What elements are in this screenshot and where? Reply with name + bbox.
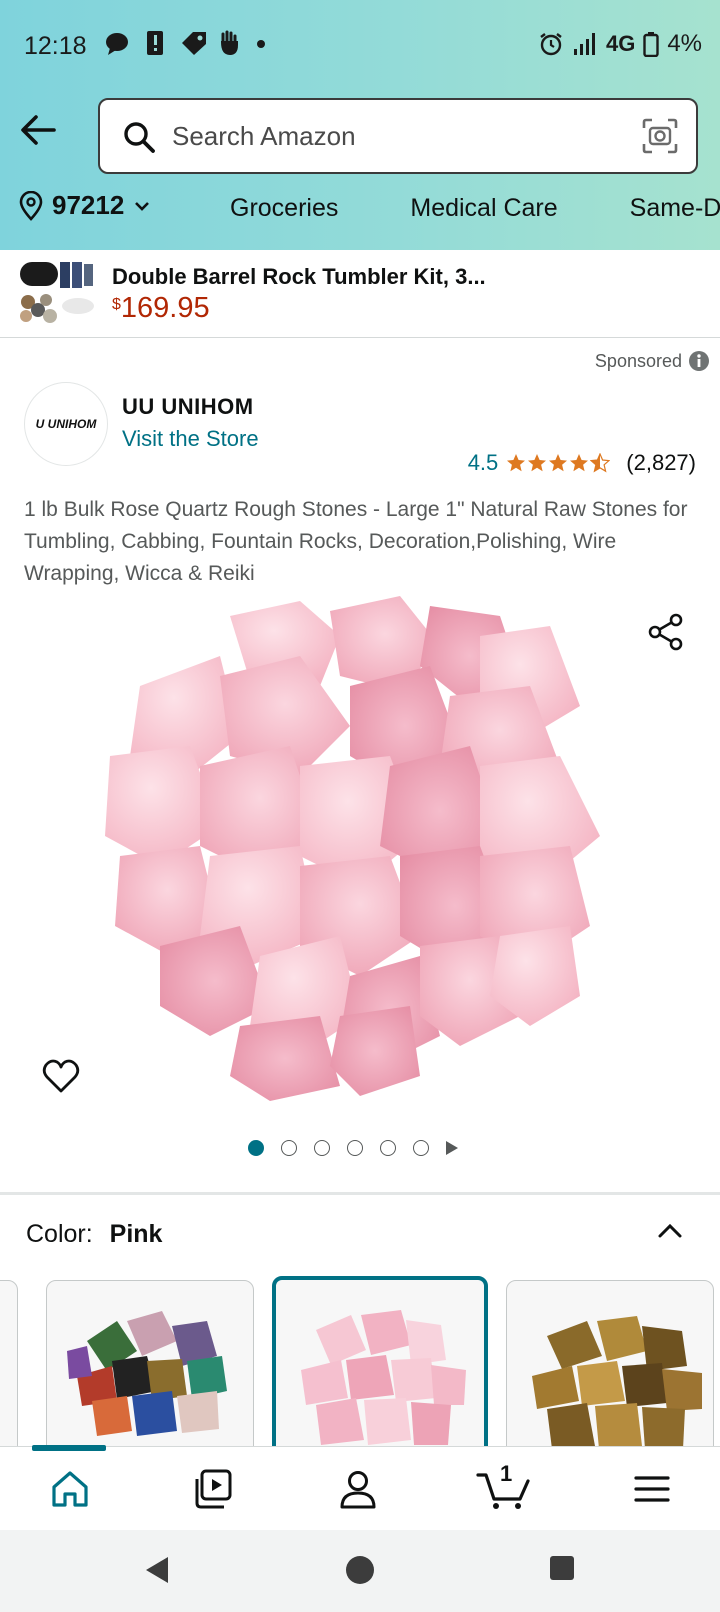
chat-icon <box>104 30 130 56</box>
chevron-up-icon <box>658 1223 682 1238</box>
info-icon <box>689 351 709 371</box>
swatch-image-tiger-eye <box>532 1316 702 1446</box>
brand-name: UU UNIHOM <box>122 394 254 419</box>
rating-value: 4.5 <box>467 450 499 475</box>
nav-link-medical-care[interactable]: Medical Care <box>410 194 557 223</box>
ad-title: Double Barrel Rock Tumbler Kit, 3... <box>112 264 486 289</box>
notification-icons <box>104 30 266 56</box>
video-play-icon[interactable] <box>446 1141 458 1155</box>
color-swatch-tiger-eye[interactable] <box>506 1280 714 1446</box>
ad-price: $169.95 <box>112 292 210 325</box>
share-button[interactable] <box>646 612 686 652</box>
network-label: 4G <box>605 31 636 56</box>
battery-icon <box>643 32 660 57</box>
carousel-dot-2[interactable] <box>281 1140 297 1156</box>
camera-scan-icon[interactable] <box>642 118 678 154</box>
star-full-icon <box>570 454 589 472</box>
swatch-image-pink <box>301 1310 466 1445</box>
color-swatch-pink[interactable] <box>272 1276 488 1446</box>
dot-icon <box>256 30 266 56</box>
triangle-back-icon <box>146 1557 168 1583</box>
image-carousel-dots <box>248 1140 458 1156</box>
bottom-navigation: 1 <box>0 1445 720 1530</box>
back-button[interactable] <box>18 108 62 152</box>
location-zip: 97212 <box>52 190 125 220</box>
rating-count: (2,827) <box>626 450 696 475</box>
nav-account[interactable] <box>336 1467 380 1511</box>
color-selector-label: Color: Pink <box>26 1220 162 1249</box>
product-image[interactable] <box>100 596 620 1106</box>
nav-menu[interactable] <box>630 1467 674 1511</box>
brand-logo[interactable]: U UNIHOM <box>24 382 108 466</box>
wishlist-button[interactable] <box>42 1058 80 1094</box>
ad-price-currency: $ <box>112 296 121 313</box>
color-swatch-partial[interactable] <box>0 1280 18 1446</box>
cart-count: 1 <box>500 1461 513 1486</box>
status-time: 12:18 <box>24 32 87 60</box>
status-indicators: 4G 4% <box>538 30 702 58</box>
color-swatch-mixed[interactable] <box>46 1280 254 1446</box>
heart-icon <box>42 1059 80 1093</box>
alarm-icon <box>540 33 562 56</box>
arrow-left-icon <box>21 115 56 145</box>
status-bar: 12:18 4G 4% <box>0 0 720 92</box>
active-tab-indicator <box>32 1445 106 1451</box>
location-pin-icon <box>19 190 43 221</box>
signal-icon <box>573 33 595 55</box>
carousel-dot-6[interactable] <box>413 1140 429 1156</box>
system-back-button[interactable] <box>142 1554 172 1591</box>
brand-logo-text: U UNIHOM <box>35 417 97 431</box>
video-stack-icon <box>195 1469 232 1509</box>
system-navigation-bar <box>0 1530 720 1612</box>
visit-store-link[interactable]: Visit the Store <box>122 426 259 452</box>
square-recents-icon <box>550 1556 574 1580</box>
nav-inspire[interactable] <box>192 1467 236 1511</box>
battery-percent: 4% <box>667 30 702 57</box>
search-input[interactable] <box>172 118 612 154</box>
star-full-icon <box>528 454 547 472</box>
sponsored-text: Sponsored <box>594 350 682 371</box>
carousel-dot-5[interactable] <box>380 1140 396 1156</box>
category-nav: Groceries Medical Care Same-D <box>230 194 720 223</box>
color-label: Color: <box>26 1220 93 1248</box>
alert-icon <box>142 30 168 56</box>
carousel-dot-3[interactable] <box>314 1140 330 1156</box>
sponsored-label[interactable]: Sponsored <box>595 350 710 372</box>
deliver-to-location[interactable]: 97212 <box>18 190 152 221</box>
rating-stars <box>506 453 611 473</box>
nav-home[interactable] <box>48 1467 92 1511</box>
sponsored-product-banner[interactable]: Double Barrel Rock Tumbler Kit, 3... $16… <box>0 250 720 338</box>
carousel-dot-4[interactable] <box>347 1140 363 1156</box>
system-recents-button[interactable] <box>548 1554 576 1587</box>
circle-home-icon <box>346 1556 374 1584</box>
color-swatch-list <box>0 1276 720 1446</box>
swatch-image-mixed <box>67 1311 227 1436</box>
nav-link-groceries[interactable]: Groceries <box>230 194 338 223</box>
star-half-icon <box>590 453 611 473</box>
collapse-button[interactable] <box>654 1218 686 1242</box>
rating-summary[interactable]: 4.5 (2,827) <box>468 450 696 476</box>
hand-icon <box>218 30 244 56</box>
hamburger-menu-icon <box>634 1476 670 1502</box>
star-full-icon <box>549 454 568 472</box>
section-divider <box>0 1192 720 1195</box>
user-icon <box>340 1471 376 1509</box>
search-icon <box>124 122 155 153</box>
color-value: Pink <box>109 1220 163 1248</box>
search-bar[interactable] <box>98 98 698 174</box>
share-icon <box>648 613 683 651</box>
home-icon <box>52 1471 88 1507</box>
carousel-dot-1[interactable] <box>248 1140 264 1156</box>
ad-product-thumbnail <box>20 262 94 323</box>
tag-icon <box>180 30 206 56</box>
nav-link-same-day[interactable]: Same-D <box>630 194 720 223</box>
product-title: 1 lb Bulk Rose Quartz Rough Stones - Lar… <box>24 498 688 585</box>
chevron-down-icon <box>135 201 150 211</box>
star-full-icon <box>507 454 526 472</box>
ad-price-amount: 169.95 <box>120 292 210 324</box>
system-home-button[interactable] <box>344 1554 376 1591</box>
